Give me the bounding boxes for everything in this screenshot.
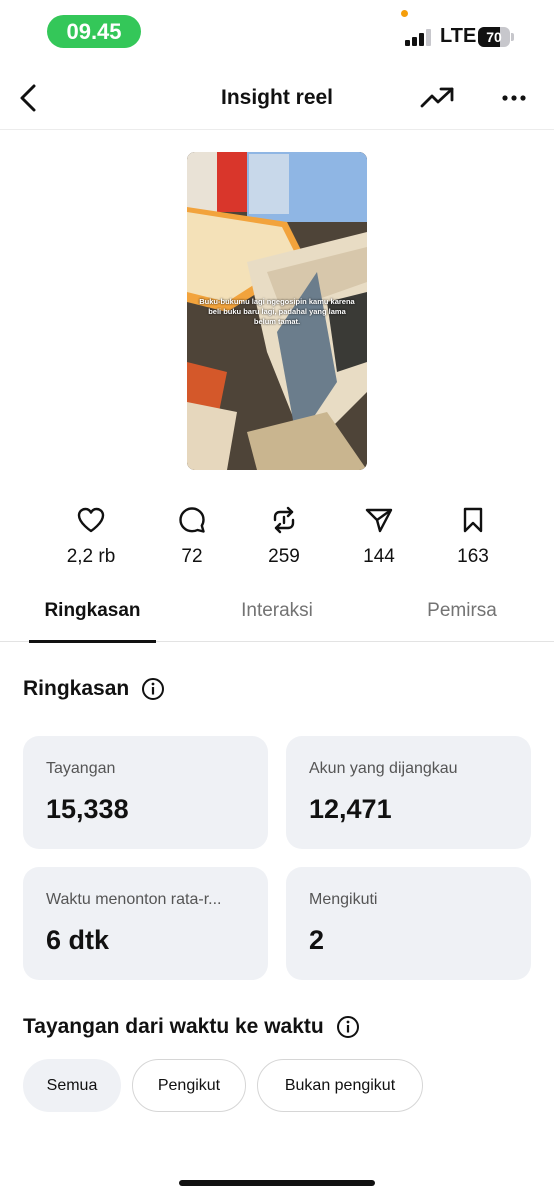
metric-label: Mengikuti xyxy=(309,891,378,908)
tab-pemirsa[interactable]: Pemirsa xyxy=(400,594,524,642)
filter-chip-followers[interactable]: Pengikut xyxy=(132,1059,246,1112)
tab-label: Interaksi xyxy=(241,600,313,621)
engagement-stats: 2,2 rb 72 259 144 163 xyxy=(0,505,554,575)
repost-icon xyxy=(269,505,299,535)
reel-thumbnail[interactable]: Buku-bukumu lagi ngegosipin kamu karena … xyxy=(187,152,367,470)
back-button[interactable] xyxy=(8,78,48,118)
trending-up-icon xyxy=(420,87,454,108)
comment-icon xyxy=(177,505,207,535)
tab-label: Pemirsa xyxy=(427,600,497,621)
more-options-button[interactable] xyxy=(494,80,534,116)
chevron-left-icon xyxy=(20,84,36,112)
saves-count: 163 xyxy=(457,546,489,567)
info-icon[interactable] xyxy=(336,1015,360,1039)
heart-icon xyxy=(76,505,106,535)
metric-card-avg-watch-time[interactable]: Waktu menonton rata-r... 6 dtk xyxy=(23,867,268,980)
metric-value: 12,471 xyxy=(309,794,392,824)
bookmark-icon xyxy=(458,505,488,535)
home-indicator[interactable] xyxy=(179,1180,375,1186)
metric-label: Waktu menonton rata-r... xyxy=(46,891,222,908)
saves-stat: 163 xyxy=(433,505,513,568)
more-horizontal-icon xyxy=(502,95,526,101)
chip-label: Pengikut xyxy=(157,1076,221,1094)
chip-label: Bukan pengikut xyxy=(284,1076,396,1094)
app-header: Insight reel xyxy=(0,66,554,130)
battery-icon: 70 xyxy=(478,27,514,47)
info-icon[interactable] xyxy=(141,677,165,701)
chip-label: Semua xyxy=(46,1076,98,1094)
shares-stat: 144 xyxy=(339,505,419,568)
battery-level: 70 xyxy=(486,29,502,45)
network-type: LTE xyxy=(440,25,477,47)
metric-label: Akun yang dijangkau xyxy=(309,760,458,777)
metric-card-follows[interactable]: Mengikuti 2 xyxy=(286,867,531,980)
likes-stat: 2,2 rb xyxy=(51,505,131,568)
summary-heading: Ringkasan xyxy=(23,677,165,701)
tab-ringkasan[interactable]: Ringkasan xyxy=(29,594,156,643)
camera-indicator-dot xyxy=(401,10,408,17)
page-title: Insight reel xyxy=(220,86,334,109)
signal-strength-icon xyxy=(405,29,435,46)
filter-chip-all[interactable]: Semua xyxy=(23,1059,121,1112)
status-bar: 09.45 LTE 70 xyxy=(0,0,554,64)
metric-value: 2 xyxy=(309,925,325,955)
reel-caption: Buku-bukumu lagi ngegosipin kamu karena … xyxy=(199,297,355,326)
shares-count: 144 xyxy=(363,546,395,567)
trend-button[interactable] xyxy=(416,80,458,116)
metric-card-accounts-reached[interactable]: Akun yang dijangkau 12,471 xyxy=(286,736,531,849)
tab-interaksi[interactable]: Interaksi xyxy=(215,594,339,642)
views-over-time-heading: Tayangan dari waktu ke waktu xyxy=(23,1015,360,1039)
tab-active-indicator xyxy=(29,640,156,643)
insight-tabs: Ringkasan Interaksi Pemirsa xyxy=(0,594,554,643)
metric-card-views[interactable]: Tayangan 15,338 xyxy=(23,736,268,849)
reposts-count: 259 xyxy=(268,546,300,567)
metric-value: 6 dtk xyxy=(46,925,110,955)
status-time: 09.45 xyxy=(47,15,141,48)
metric-value: 15,338 xyxy=(46,794,129,824)
summary-title: Ringkasan xyxy=(23,677,130,700)
tab-label: Ringkasan xyxy=(44,600,141,621)
likes-count: 2,2 rb xyxy=(66,546,116,567)
reposts-stat: 259 xyxy=(244,505,324,568)
send-icon xyxy=(364,505,394,535)
filter-chip-non-followers[interactable]: Bukan pengikut xyxy=(257,1059,423,1112)
metric-label: Tayangan xyxy=(46,760,116,777)
comments-count: 72 xyxy=(181,546,203,567)
comments-stat: 72 xyxy=(152,505,232,568)
views-over-time-title: Tayangan dari waktu ke waktu xyxy=(23,1015,324,1038)
